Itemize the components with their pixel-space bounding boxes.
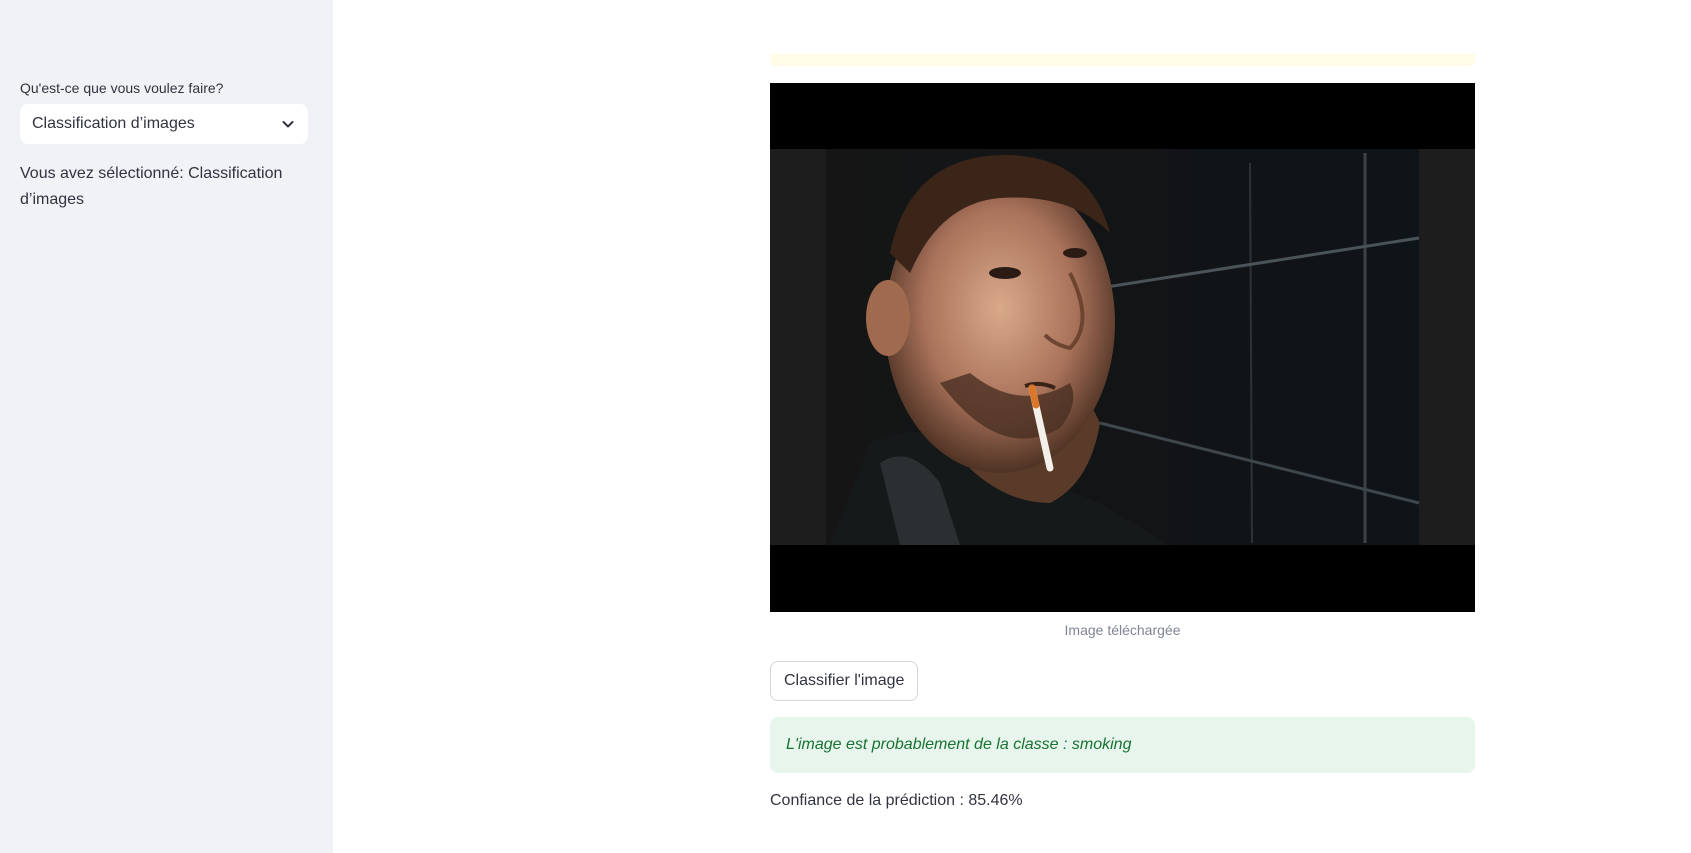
app-root: Qu'est-ce que vous voulez faire? Classif… xyxy=(0,0,1691,853)
selection-text: Vous avez sélectionné: Classification d’… xyxy=(20,165,283,208)
result-text: L'image est probablement de la classe : … xyxy=(786,736,1132,753)
select-value: Classification d’images xyxy=(32,115,195,132)
confidence-text: Confiance de la prédiction : 85.46% xyxy=(770,792,1023,809)
result-alert: L'image est probablement de la classe : … xyxy=(770,717,1475,773)
chevron-down-icon xyxy=(280,116,296,132)
sidebar: Qu'est-ce que vous voulez faire? Classif… xyxy=(0,0,333,853)
image-caption: Image téléchargée xyxy=(1064,622,1181,638)
classify-button[interactable]: Classifier l'image xyxy=(770,661,919,701)
action-select[interactable]: Classification d’images xyxy=(20,104,308,144)
uploaded-image xyxy=(770,83,1475,612)
select-label: Qu'est-ce que vous voulez faire? xyxy=(20,80,224,96)
alert-strip xyxy=(770,54,1475,66)
